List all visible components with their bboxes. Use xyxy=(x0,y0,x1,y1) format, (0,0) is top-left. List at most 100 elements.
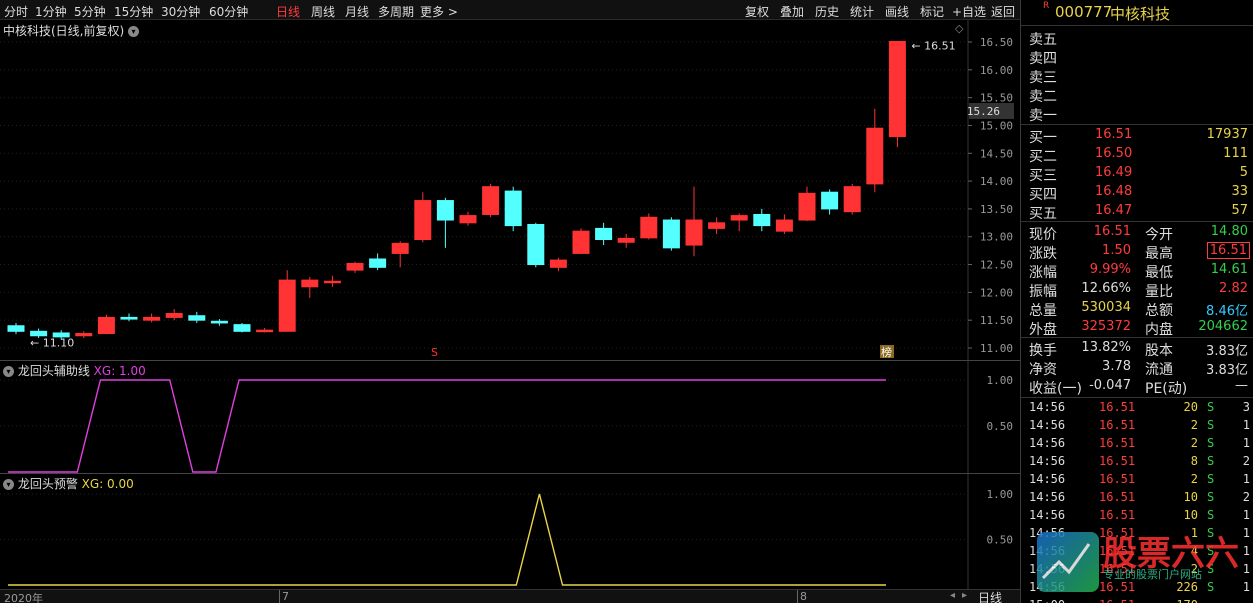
candle xyxy=(369,253,387,271)
indicator1-line: 1.00 0.50 xyxy=(0,361,1014,473)
main-chart-panel[interactable]: 中核科技(日线,前复权) ▾ ◇ 16.50 16.00 15.50 15.00 14.… xyxy=(0,20,1020,360)
bid-row[interactable]: 买三 16.49 5 xyxy=(1021,164,1253,184)
low-marker: ← 11.10 xyxy=(30,336,74,349)
divider xyxy=(1021,124,1253,125)
candle xyxy=(414,192,432,243)
period-tab-10[interactable]: 更多 > xyxy=(420,3,458,20)
candle xyxy=(120,313,138,322)
bid-row[interactable]: 买五 16.47 57 xyxy=(1021,202,1253,222)
toolbar-button-0[interactable]: 复权 xyxy=(745,3,769,20)
quote-row: 现价 16.51 今开 14.80 xyxy=(1029,224,1248,243)
candle xyxy=(775,214,793,234)
candle xyxy=(436,197,454,248)
indicator-tick-label: 0.50 xyxy=(987,534,1014,547)
candle xyxy=(278,270,296,332)
candle xyxy=(301,276,319,298)
tick-row[interactable]: 14:56 16.51 10 S 1 xyxy=(1021,507,1253,525)
toolbar-button-4[interactable]: 画线 xyxy=(885,3,909,20)
scroll-left-icon[interactable]: ◂ xyxy=(950,590,955,601)
candle xyxy=(75,331,93,338)
candle xyxy=(866,108,884,193)
tick-row[interactable]: 14:5616.512S1 xyxy=(1021,471,1253,489)
period-tab-5[interactable]: 60分钟 xyxy=(209,3,248,20)
toolbar-button-7[interactable]: 返回 xyxy=(991,3,1015,20)
candle xyxy=(459,211,477,226)
toolbar-button-5[interactable]: 标记 xyxy=(920,3,944,20)
price-tick-label: 12.50 xyxy=(980,259,1013,272)
candlestick-chart[interactable]: 16.50 16.00 15.50 15.00 14.50 14.00 13.50 13.00… xyxy=(0,20,1020,360)
period-tab-8[interactable]: 月线 xyxy=(345,3,369,20)
candle xyxy=(7,322,25,335)
period-tab-3[interactable]: 15分钟 xyxy=(114,3,153,20)
bid-row[interactable]: 买四 16.48 33 xyxy=(1021,183,1253,203)
price-tick-label: 16.50 xyxy=(980,36,1013,49)
list-marker: 榜 xyxy=(881,345,892,359)
toolbar-button-2[interactable]: 历史 xyxy=(815,3,839,20)
tick-row[interactable]: 14:56 16.51 10 S 2 xyxy=(1021,489,1253,507)
candle xyxy=(233,322,251,333)
tick-row[interactable]: 14:56 16.51 8 S 2 xyxy=(1021,453,1253,471)
divider xyxy=(1021,397,1253,398)
quote-row: 外盘 325372 内盘 204662 xyxy=(1029,319,1248,338)
candle xyxy=(730,213,748,232)
candle xyxy=(685,186,703,257)
watermark-logo: 股票六六 专业的股票门户网站 xyxy=(1037,532,1253,598)
candle xyxy=(708,217,726,234)
high-marker: ← 16.51 xyxy=(911,39,955,52)
price-tick-label: 11.00 xyxy=(980,342,1013,355)
quote-row: 总量 530034 总额 8.46亿 xyxy=(1029,300,1248,319)
time-label: 2020年 xyxy=(4,592,43,603)
indicator-tick-label: 0.50 xyxy=(987,420,1014,433)
candle xyxy=(143,313,161,323)
fundamental-row: 净资 3.78 流通 3.83亿 xyxy=(1029,359,1248,378)
signal-marker-s: S xyxy=(431,346,438,359)
bottom-tab-daily[interactable]: 日线 xyxy=(978,589,1002,603)
period-tab-2[interactable]: 5分钟 xyxy=(74,3,106,20)
price-tick-label: 15.50 xyxy=(980,92,1013,105)
period-tab-9[interactable]: 多周期 xyxy=(378,3,414,20)
divider xyxy=(1021,337,1253,338)
period-tab-7[interactable]: 周线 xyxy=(311,3,335,20)
candle xyxy=(527,222,545,268)
price-tick-label: 16.00 xyxy=(980,64,1013,77)
price-tick-label: 14.00 xyxy=(980,175,1013,188)
toolbar-button-3[interactable]: 统计 xyxy=(850,3,874,20)
candle xyxy=(323,275,341,287)
stock-header: R 000777 中核科技 xyxy=(1021,0,1253,24)
candle xyxy=(888,40,906,148)
period-tab-6[interactable]: 日线 xyxy=(276,3,300,20)
candle xyxy=(753,208,771,232)
stock-badge: R xyxy=(1043,1,1050,11)
candle xyxy=(97,314,115,335)
period-tab-4[interactable]: 30分钟 xyxy=(161,3,200,20)
candle xyxy=(821,189,839,215)
candle xyxy=(572,228,590,254)
period-tab-1[interactable]: 1分钟 xyxy=(35,3,67,20)
time-label: 8 xyxy=(797,590,807,603)
ask-row: 卖一 xyxy=(1029,108,1057,124)
candle xyxy=(662,217,680,251)
price-tick-label: 13.50 xyxy=(980,203,1013,216)
ask-row: 卖三 xyxy=(1029,70,1057,86)
scroll-right-icon[interactable]: ▸ xyxy=(962,590,967,601)
bid-row[interactable]: 买二 16.50 111 xyxy=(1021,145,1253,165)
tick-row[interactable]: 14:56 16.51 20 S 3 xyxy=(1021,399,1253,417)
candle xyxy=(391,241,409,268)
period-tab-0[interactable]: 分时 xyxy=(4,3,28,20)
period-toolbar: 分时 1分钟 5分钟 15分钟 30分钟 60分钟 日线 周线 月线 多周期 更多 > 复权 叠加 历史统… xyxy=(0,0,1020,20)
candle xyxy=(617,233,635,248)
fundamental-row: 换手 13.82% 股本 3.83亿 xyxy=(1029,340,1248,359)
indicator2-panel[interactable]: ▾ 龙回头预警 XG: 0.00 1.00 0.50 xyxy=(0,474,1020,589)
toolbar-button-6[interactable]: +自选 xyxy=(952,3,986,20)
tick-row[interactable]: 14:5616.512S1 xyxy=(1021,435,1253,453)
quote-row: 涨幅 9.99% 最低 14.61 xyxy=(1029,262,1248,281)
indicator1-panel[interactable]: ▾ 龙回头辅助线 XG: 1.00 1.00 0.50 xyxy=(0,361,1020,473)
toolbar-button-1[interactable]: 叠加 xyxy=(780,3,804,20)
time-axis: 2020年 7 8 ◂ ▸ 日线 xyxy=(0,589,1020,603)
tick-row[interactable]: 14:5616.512S1 xyxy=(1021,417,1253,435)
logo-icon xyxy=(1037,532,1099,592)
bid-row[interactable]: 买一 16.51 17937 xyxy=(1021,126,1253,146)
quote-row: 振幅 12.66% 量比 2.82 xyxy=(1029,281,1248,300)
quote-panel: R 000777 中核科技 卖五 卖四 卖三 卖二 卖一 买一 16.51 17937 买二 1… xyxy=(1020,0,1253,603)
candle xyxy=(210,319,228,326)
